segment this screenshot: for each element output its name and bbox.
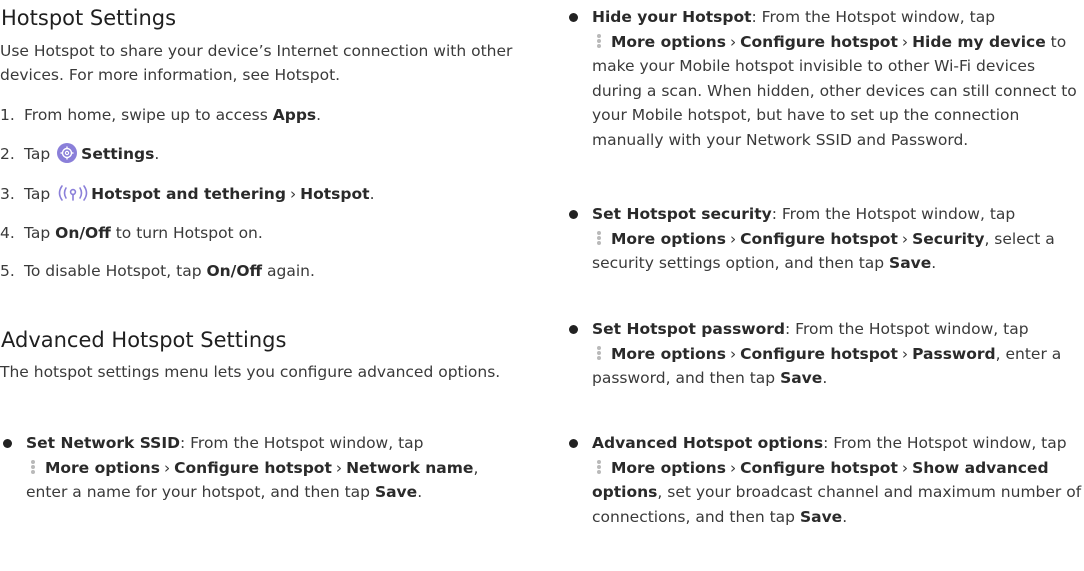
step-5: 5. To disable Hotspot, tap On/Off again. [0,262,315,280]
more-options-icon [592,345,606,361]
bullet-set-network-ssid: Set Network SSID: From the Hotspot windo… [0,431,524,505]
bullet-dot [3,439,12,448]
step-1: 1. From home, swipe up to access Apps. [0,106,322,124]
more-options-icon [592,459,606,475]
bullet-dot [569,439,578,448]
bullet-set-hotspot-password: Set Hotspot password: From the Hotspot w… [566,317,1084,391]
bullet-hide-your-hotspot: Hide your Hotspot: From the Hotspot wind… [566,5,1084,152]
hotspot-icon [58,185,88,201]
bullet-set-hotspot-security: Set Hotspot security: From the Hotspot w… [566,202,1084,276]
hotspot-label: Hotspot [300,185,370,203]
on-off-label: On/Off [55,224,111,242]
hotspot-and-tethering-label: Hotspot and tethering [91,185,286,203]
hotspot-intro: Use Hotspot to share your device’s Inter… [0,42,513,84]
advanced-intro: The hotspot settings menu lets you confi… [0,363,501,381]
advanced-hotspot-settings-heading: Advanced Hotspot Settings [1,328,287,352]
more-options-icon [26,459,40,475]
step-4: 4. Tap On/Off to turn Hotspot on. [0,224,263,242]
step-3: 3. Tap Hotspot and tethering › Hotspot. [0,185,375,203]
on-off-label: On/Off [206,262,263,280]
more-options-icon [592,230,606,246]
bullet-dot [569,13,578,22]
more-options-icon [592,33,606,49]
bullet-dot [569,210,578,219]
hotspot-settings-heading: Hotspot Settings [1,6,177,30]
apps-label: Apps [272,106,317,124]
settings-label: Settings [81,145,155,163]
bullet-dot [569,325,578,334]
step-2: 2. Tap Settings. [0,143,160,163]
settings-gear-icon [57,143,78,163]
bullet-advanced-hotspot-options: Advanced Hotspot options: From the Hotsp… [566,431,1084,529]
